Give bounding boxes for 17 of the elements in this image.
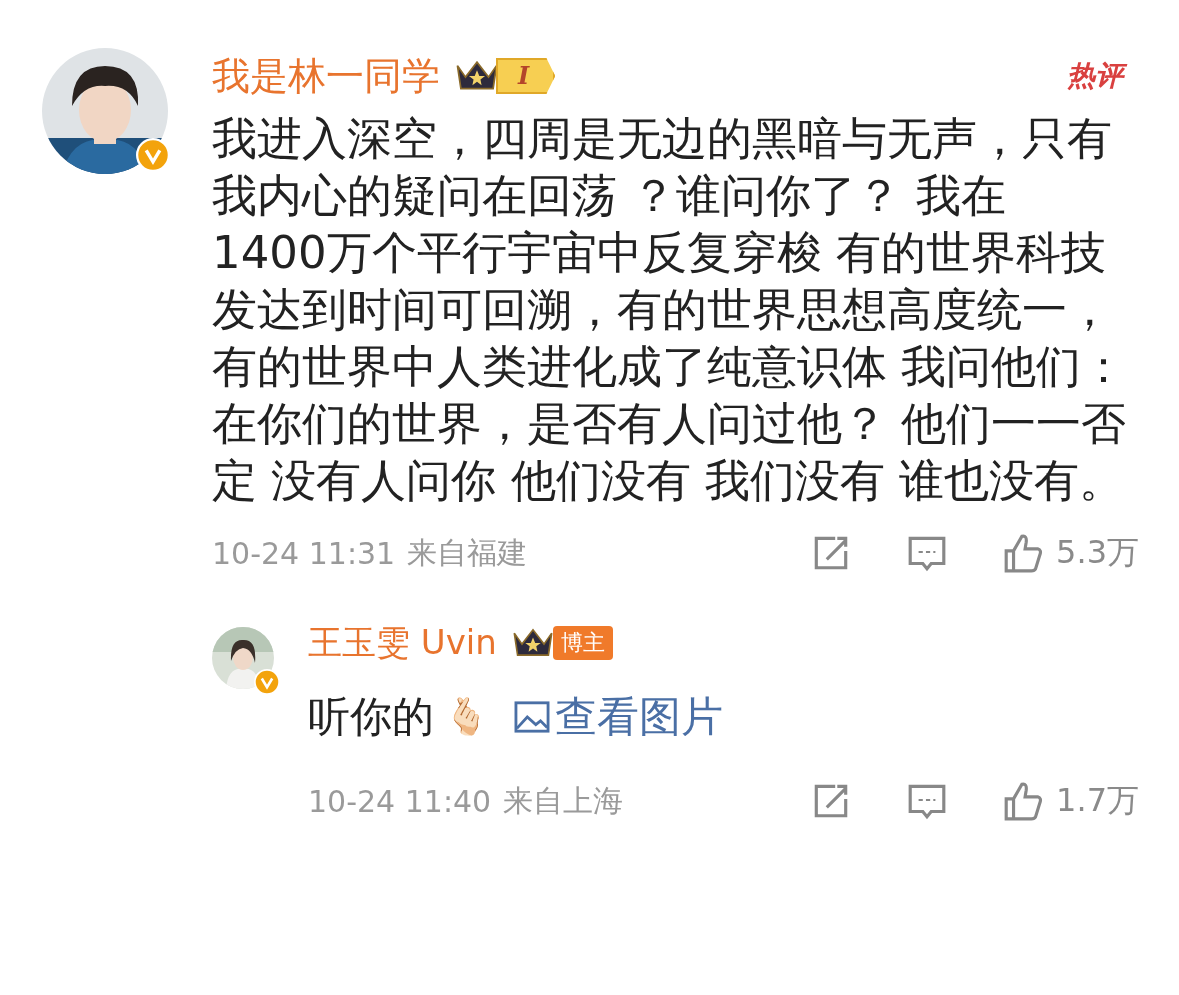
- comment-text: 我进入深空，四周是无边的黑暗与无声，只有我内心的疑问在回荡 ？谁问你了？ 我在 1400万个平行宇宙中反复穿梭 有的世界科技发达到时间可回溯，有的世界思想高度统一，有的世界中人类进化成了纯意识体 我问他们：在你们的世界，是否有人问过他？ 他们一一否定 没有人问你 他们没有 我们没有 谁也没有。: [212, 111, 1128, 509]
- like-count: 5.3万: [1056, 532, 1139, 573]
- username[interactable]: 王玉雯 Uvin: [308, 620, 497, 666]
- emoji: 🫰🏻: [444, 696, 489, 738]
- timestamp: 10-24 11:40: [308, 783, 492, 819]
- thumbs-up-icon[interactable]: [1002, 780, 1045, 822]
- reply-text: 听你的: [308, 691, 434, 743]
- location: 来自福建: [407, 533, 528, 572]
- hot-comment-label: 热评: [1059, 56, 1131, 96]
- timestamp: 10-24 11:31: [212, 535, 396, 571]
- location: 来自上海: [503, 781, 624, 820]
- username[interactable]: 我是林一同学: [212, 50, 440, 102]
- author-badge: 博主: [552, 626, 613, 660]
- image-icon: [513, 700, 551, 734]
- view-image-link[interactable]: 查看图片: [513, 689, 723, 745]
- thumbs-up-icon[interactable]: [1002, 532, 1045, 574]
- like-count: 1.7万: [1056, 780, 1139, 821]
